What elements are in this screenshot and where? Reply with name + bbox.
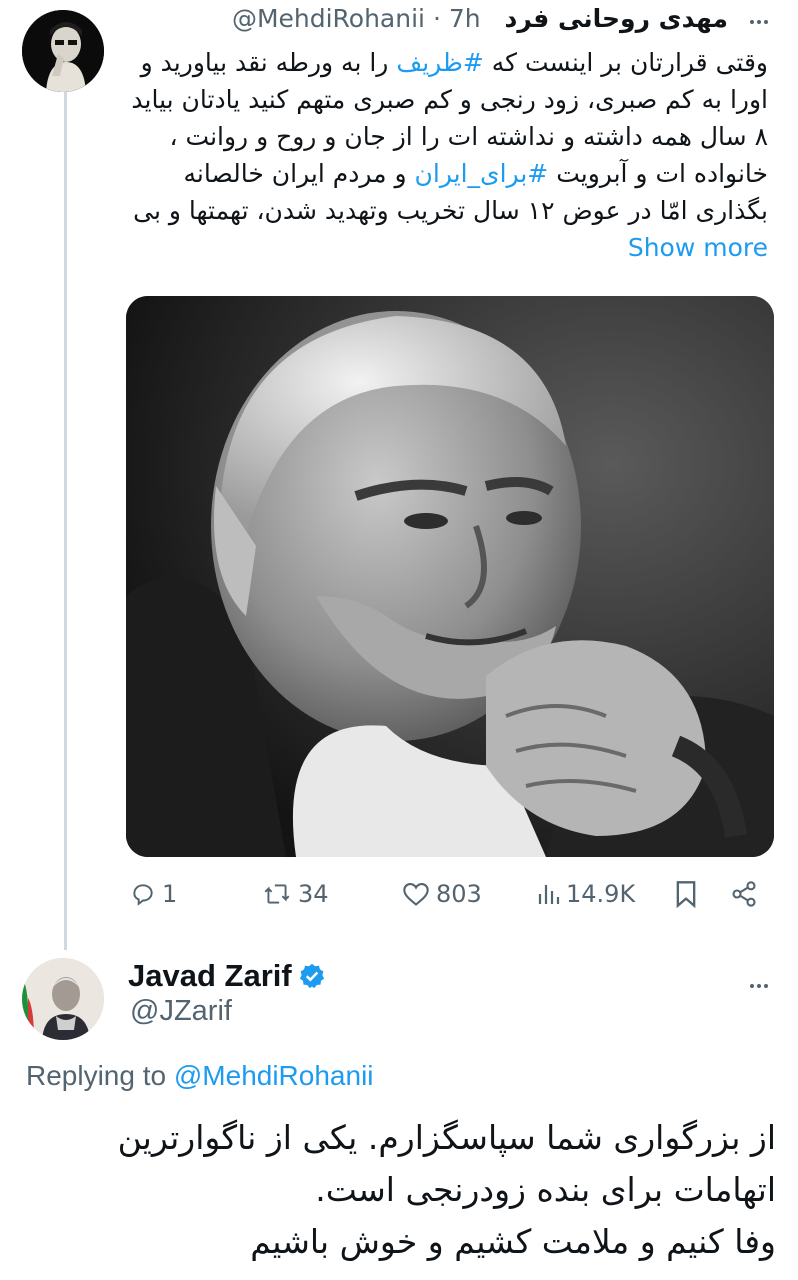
author-name[interactable]: مهدی روحانی فرد (504, 4, 728, 33)
tweet-header: مهدی روحانی فرد @MehdiRohanii · 7h (130, 2, 728, 36)
like-count: 803 (436, 880, 482, 908)
author-name[interactable]: Javad Zarif (128, 958, 292, 994)
reply-text-line: اتهامات برای بنده زودرنجی است. (315, 1170, 776, 1209)
more-options-icon[interactable] (747, 10, 771, 34)
reply-text-line: از بزرگواری شما سپاسگزارم. یکی از ناگوار… (117, 1118, 776, 1157)
verified-badge-icon (299, 963, 324, 989)
retweet-icon (264, 884, 290, 904)
more-options-icon[interactable] (747, 974, 771, 998)
reply-count: 1 (162, 880, 178, 908)
hashtag-link[interactable]: #ظریف (396, 48, 483, 77)
thread-connector-line (64, 90, 67, 950)
reply-icon (133, 884, 153, 906)
author-handle[interactable]: @MehdiRohanii (232, 4, 425, 33)
tweet-time[interactable]: 7h (449, 4, 481, 33)
tweet-photo[interactable] (126, 296, 774, 857)
tweet-actions-bar: 1 34 803 14.9K (126, 872, 766, 916)
share-icon (732, 881, 756, 907)
tweet-text-segment: وقتی قرارتان بر اینست که (483, 48, 768, 77)
views-icon (538, 885, 560, 904)
show-more-link[interactable]: Show more (628, 233, 768, 262)
replying-to-handle[interactable]: @MehdiRohanii (174, 1060, 374, 1091)
avatar[interactable] (22, 10, 104, 92)
bookmark-button[interactable] (674, 872, 698, 916)
reply-text-line: وفا کنیم و ملامت کشیم و خوش باشیم (250, 1222, 776, 1261)
views-count: 14.9K (566, 880, 636, 908)
bookmark-icon (676, 881, 696, 908)
retweet-count: 34 (298, 880, 329, 908)
reply-button[interactable]: 1 (130, 872, 177, 916)
author-handle[interactable]: @JZarif (130, 995, 232, 1028)
reply-text: از بزرگواری شما سپاسگزارم. یکی از ناگوار… (24, 1112, 776, 1268)
reply-author: Javad Zarif (128, 958, 326, 994)
like-button[interactable]: 803 (402, 872, 482, 916)
views-button[interactable]: 14.9K (536, 872, 635, 916)
retweet-button[interactable]: 34 (262, 872, 329, 916)
hashtag-link[interactable]: #برای_ایران (415, 159, 549, 188)
separator-dot: · (432, 4, 441, 33)
replying-to-label: Replying to (26, 1060, 167, 1091)
avatar[interactable] (22, 958, 104, 1040)
tweet-text: وقتی قرارتان بر اینست که #ظریف را به ورط… (124, 44, 768, 266)
share-button[interactable] (730, 872, 758, 916)
replying-to: Replying to @MehdiRohanii (26, 1060, 374, 1092)
heart-icon (403, 883, 429, 906)
